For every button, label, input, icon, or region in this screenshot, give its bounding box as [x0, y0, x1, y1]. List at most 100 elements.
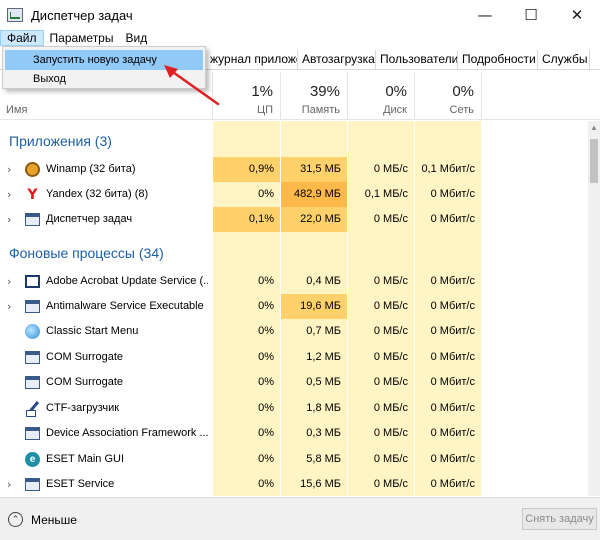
- disk-value: 0 МБ/с: [373, 275, 408, 287]
- window-controls: — ☐ ✕: [462, 0, 600, 30]
- memory-value: 1,2 МБ: [306, 351, 341, 363]
- fewer-details-button[interactable]: ⌃ Меньше: [8, 512, 77, 527]
- footer-bar: ⌃ Меньше Снять задачу: [0, 497, 600, 540]
- disk-value: 0 МБ/с: [373, 213, 408, 225]
- close-icon: ✕: [570, 6, 584, 24]
- table-row[interactable]: › Winamp (32 бита) 0,9% 31,5 МБ 0 МБ/с 0…: [0, 157, 588, 182]
- window-title: Диспетчер задач: [31, 7, 133, 23]
- fewer-details-label: Меньше: [31, 512, 77, 527]
- acrobat-icon: [25, 274, 40, 289]
- scroll-up-icon[interactable]: ▲: [588, 121, 600, 135]
- menu-view[interactable]: Вид: [119, 30, 153, 46]
- table-row[interactable]: CTF-загрузчик 0% 1,8 МБ 0 МБ/с 0 Мбит/с: [0, 396, 588, 421]
- scrollbar-thumb[interactable]: [590, 139, 598, 183]
- process-name: Classic Start Menu: [46, 325, 139, 337]
- network-value: 0 Мбит/с: [430, 275, 475, 287]
- disk-value: 0 МБ/с: [373, 351, 408, 363]
- memory-value: 19,6 МБ: [300, 300, 341, 312]
- memory-value: 22,0 МБ: [300, 213, 341, 225]
- cpu-value: 0,9%: [248, 163, 274, 175]
- table-row[interactable]: › Диспетчер задач 0,1% 22,0 МБ 0 МБ/с 0 …: [0, 207, 588, 232]
- classic-start-menu-icon: [25, 324, 40, 339]
- expand-chevron-icon[interactable]: ›: [7, 478, 11, 491]
- table-row[interactable]: › Adobe Acrobat Update Service (... 0% 0…: [0, 269, 588, 294]
- app-window-icon: [25, 299, 40, 314]
- annotation-arrow-icon: [164, 65, 220, 106]
- app-window-icon: [25, 426, 40, 441]
- process-name: COM Surrogate: [46, 351, 124, 363]
- disk-value: 0 МБ/с: [373, 427, 408, 439]
- cpu-value: 0%: [258, 453, 274, 465]
- memory-value: 1,8 МБ: [306, 402, 341, 414]
- disk-value: 0 МБ/с: [373, 453, 408, 465]
- tab-services[interactable]: Службы: [538, 50, 590, 70]
- process-name: CTF-загрузчик: [46, 402, 120, 414]
- expand-chevron-icon[interactable]: ›: [7, 213, 11, 226]
- column-memory[interactable]: 39% Память: [281, 72, 348, 120]
- minimize-icon: —: [477, 6, 493, 24]
- column-network[interactable]: 0% Сеть: [415, 72, 482, 120]
- expand-chevron-icon[interactable]: ›: [7, 188, 11, 201]
- process-name: Диспетчер задач: [46, 213, 133, 225]
- network-label: Сеть: [449, 104, 474, 116]
- vertical-scrollbar[interactable]: ▲: [588, 121, 600, 496]
- table-row[interactable]: › ESET Service 0% 15,6 МБ 0 МБ/с 0 Мбит/…: [0, 472, 588, 496]
- table-row[interactable]: COM Surrogate 0% 1,2 МБ 0 МБ/с 0 Мбит/с: [0, 345, 588, 370]
- network-value: 0 Мбит/с: [430, 478, 475, 490]
- maximize-button[interactable]: ☐: [508, 0, 554, 30]
- process-name: ESET Main GUI: [46, 453, 125, 465]
- title-bar: Диспетчер задач — ☐ ✕: [0, 0, 600, 30]
- task-manager-app-icon: [7, 8, 23, 22]
- memory-value: 0,4 МБ: [306, 275, 341, 287]
- end-task-button[interactable]: Снять задачу: [522, 508, 597, 530]
- tab-details[interactable]: Подробности: [458, 50, 538, 70]
- column-divider: [481, 72, 482, 120]
- network-value: 0,1 Мбит/с: [421, 163, 475, 175]
- menu-options[interactable]: Параметры: [44, 30, 120, 46]
- tab-startup[interactable]: Автозагрузка: [298, 50, 376, 70]
- cpu-value: 0%: [258, 478, 274, 490]
- disk-value: 0 МБ/с: [373, 163, 408, 175]
- network-value: 0 Мбит/с: [430, 427, 475, 439]
- expand-chevron-icon[interactable]: ›: [7, 163, 11, 176]
- process-name: COM Surrogate: [46, 376, 124, 388]
- table-row[interactable]: Classic Start Menu 0% 0,7 МБ 0 МБ/с 0 Мб…: [0, 319, 588, 344]
- column-name[interactable]: Имя: [6, 104, 27, 116]
- network-value: 0 Мбит/с: [430, 351, 475, 363]
- column-disk[interactable]: 0% Диск: [348, 72, 415, 120]
- group-header-background: Фоновые процессы (34): [9, 245, 164, 261]
- eset-icon: e: [25, 452, 40, 467]
- group-header-apps: Приложения (3): [9, 133, 112, 149]
- network-value: 0 Мбит/с: [430, 188, 475, 200]
- minimize-button[interactable]: —: [462, 0, 508, 30]
- process-name: Device Association Framework ...: [46, 427, 208, 439]
- memory-total: 39%: [309, 83, 340, 100]
- expand-chevron-icon[interactable]: ›: [7, 300, 11, 313]
- network-total: 0%: [452, 83, 474, 100]
- memory-value: 0,5 МБ: [306, 376, 341, 388]
- memory-value: 482,9 МБ: [294, 188, 341, 200]
- disk-value: 0 МБ/с: [373, 376, 408, 388]
- app-window-icon: [25, 477, 40, 492]
- process-name: Antimalware Service Executable: [46, 300, 204, 312]
- table-row[interactable]: › Y Yandex (32 бита) (8) 0% 482,9 МБ 0,1…: [0, 182, 588, 207]
- disk-value: 0 МБ/с: [373, 325, 408, 337]
- table-row[interactable]: e ESET Main GUI 0% 5,8 МБ 0 МБ/с 0 Мбит/…: [0, 447, 588, 472]
- disk-value: 0,1 МБ/с: [364, 188, 408, 200]
- network-value: 0 Мбит/с: [430, 376, 475, 388]
- table-row[interactable]: Device Association Framework ... 0% 0,3 …: [0, 421, 588, 446]
- table-row[interactable]: › Antimalware Service Executable 0% 19,6…: [0, 294, 588, 319]
- network-value: 0 Мбит/с: [430, 300, 475, 312]
- close-button[interactable]: ✕: [554, 0, 600, 30]
- memory-value: 15,6 МБ: [300, 478, 341, 490]
- app-window-icon: [25, 375, 40, 390]
- process-name: Yandex (32 бита) (8): [46, 188, 149, 200]
- disk-value: 0 МБ/с: [373, 300, 408, 312]
- table-row[interactable]: COM Surrogate 0% 0,5 МБ 0 МБ/с 0 Мбит/с: [0, 370, 588, 395]
- tab-users[interactable]: Пользователи: [376, 50, 458, 70]
- expand-chevron-icon[interactable]: ›: [7, 275, 11, 288]
- network-value: 0 Мбит/с: [430, 325, 475, 337]
- cpu-value: 0%: [258, 188, 274, 200]
- menu-file[interactable]: Файл: [0, 30, 44, 46]
- winamp-icon: [25, 162, 40, 177]
